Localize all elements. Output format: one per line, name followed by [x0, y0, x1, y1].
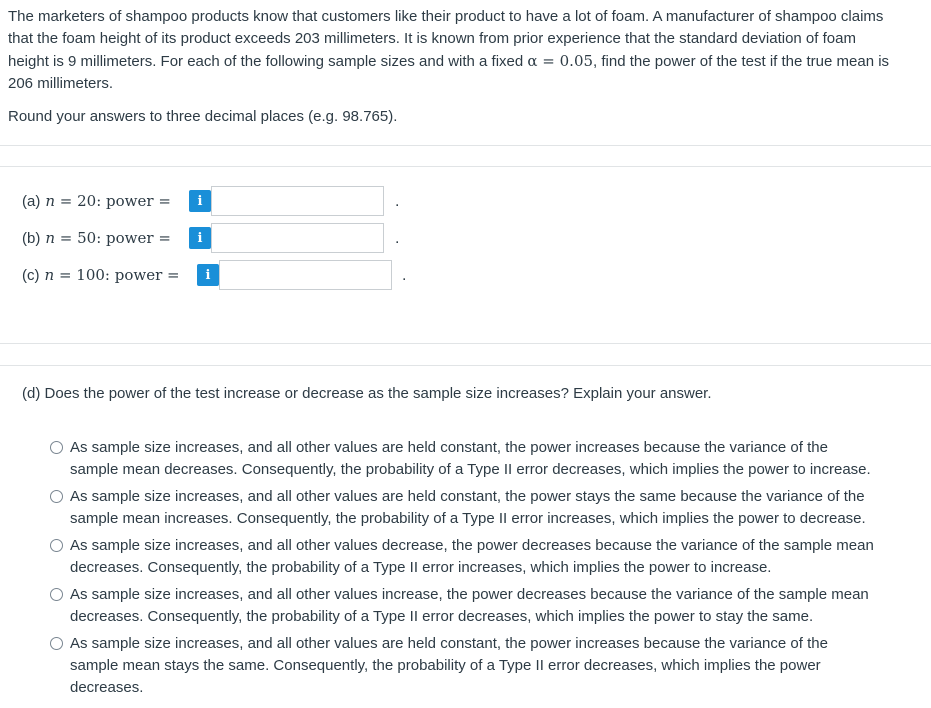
part-d-question: (d) Does the power of the test increase …	[22, 385, 712, 402]
radio-button[interactable]	[50, 490, 63, 503]
divider	[0, 145, 931, 146]
part-a-label: (a) n = 20: power =	[22, 192, 171, 210]
period: .	[395, 193, 400, 210]
divider	[0, 166, 931, 167]
part-b-answer-input[interactable]	[211, 223, 384, 253]
info-icon[interactable]: i	[197, 264, 219, 286]
intro-line-2: that the foam height of its product exce…	[8, 30, 856, 47]
part-b-label: (b) n = 50: power =	[22, 229, 171, 247]
rounding-instruction: Round your answers to three decimal plac…	[8, 108, 398, 125]
info-icon[interactable]: i	[189, 227, 211, 249]
radio-button[interactable]	[50, 588, 63, 601]
radio-button[interactable]	[50, 441, 63, 454]
option-3[interactable]: As sample size increases, and all other …	[50, 535, 910, 579]
period: .	[402, 267, 407, 284]
option-1[interactable]: As sample size increases, and all other …	[50, 437, 910, 481]
part-c-label: (c) n = 100: power =	[22, 266, 180, 284]
divider	[0, 365, 931, 366]
intro-line-3: height is 9 millimeters. For each of the…	[8, 52, 890, 70]
divider	[0, 343, 931, 344]
question-text: The marketers of shampoo products know t…	[8, 6, 923, 95]
radio-button[interactable]	[50, 637, 63, 650]
option-5[interactable]: As sample size increases, and all other …	[50, 633, 910, 699]
option-2[interactable]: As sample size increases, and all other …	[50, 486, 910, 530]
intro-line-4: 206 millimeters.	[8, 75, 114, 92]
period: .	[395, 230, 400, 247]
info-icon[interactable]: i	[189, 190, 211, 212]
radio-button[interactable]	[50, 539, 63, 552]
alpha-value: α = 0.05	[527, 52, 594, 70]
option-4[interactable]: As sample size increases, and all other …	[50, 584, 910, 628]
part-c-answer-input[interactable]	[219, 260, 392, 290]
part-a-answer-input[interactable]	[211, 186, 384, 216]
intro-line-1: The marketers of shampoo products know t…	[8, 8, 884, 25]
